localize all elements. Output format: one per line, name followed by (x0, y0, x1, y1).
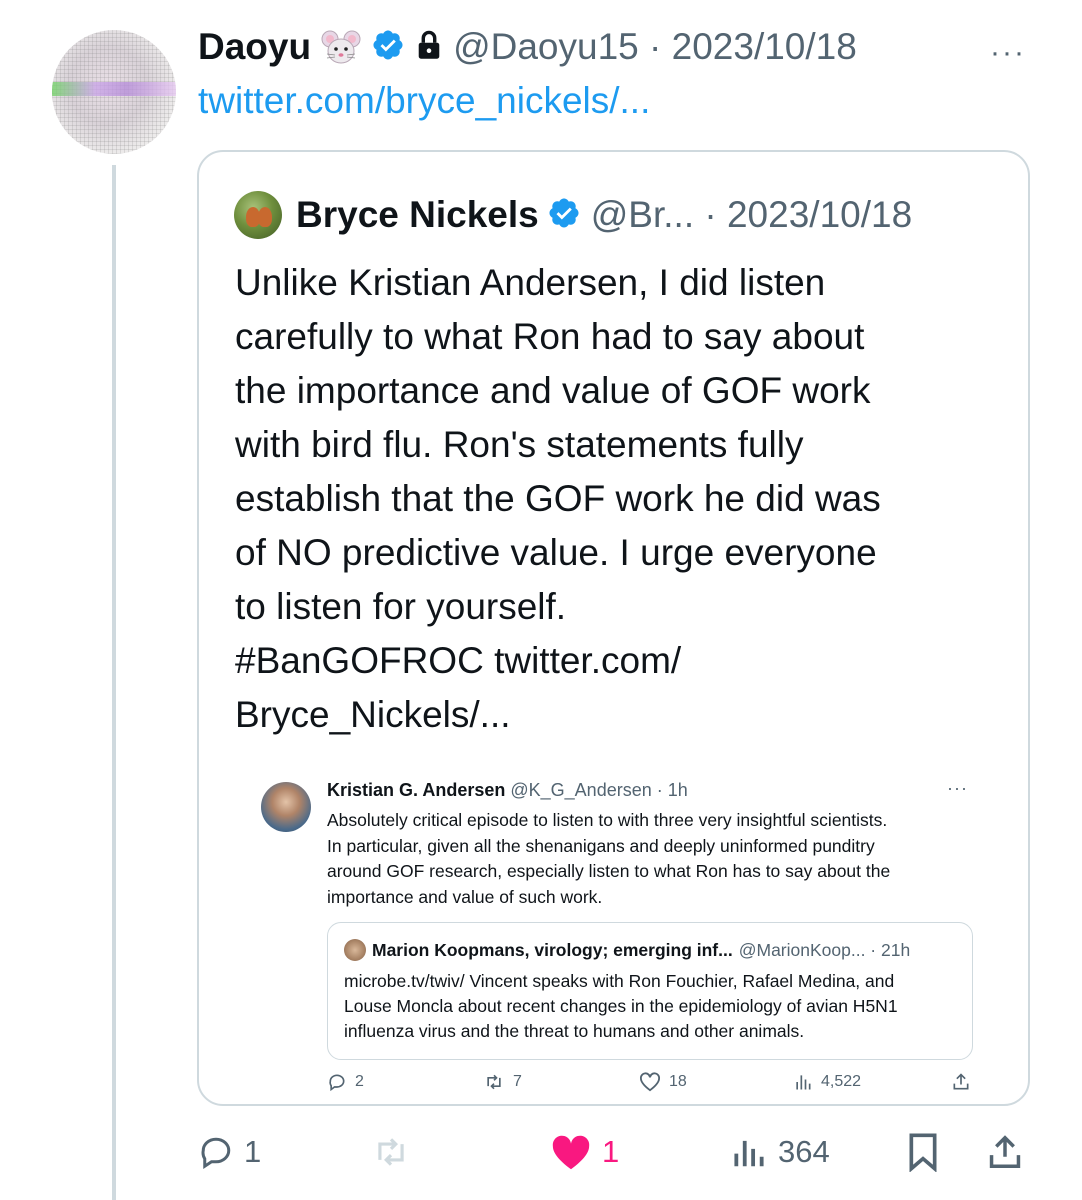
retweet-button[interactable] (370, 1124, 412, 1180)
heart-filled-icon (552, 1135, 590, 1170)
text-line: with bird flu. Ron's statements fully (235, 424, 804, 465)
verified-badge-icon (547, 196, 581, 235)
embedded-retweet-count: 7 (483, 1072, 522, 1092)
reply-button[interactable]: 1 (198, 1124, 261, 1180)
text-line: around GOF research, especially listen t… (327, 861, 891, 881)
inner-author-handle-time: @MarionKoop... · 21h (738, 939, 911, 960)
tweet-link[interactable]: twitter.com/bryce_nickels/... (198, 80, 650, 122)
retweet-icon (487, 1074, 501, 1090)
inner-tweet-text: microbe.tv/twiv/ Vincent speaks with Ron… (344, 969, 964, 1044)
fox-shape (258, 207, 272, 227)
views-icon (734, 1140, 764, 1167)
embedded-view-count: 4,522 (793, 1072, 861, 1092)
embedded-tweet-text: Absolutely critical episode to listen to… (327, 808, 977, 910)
views-icon (796, 1075, 811, 1090)
quoted-author-avatar[interactable] (234, 191, 282, 239)
inner-author-name: Marion Koopmans, virology; emerging inf.… (372, 939, 733, 960)
mouse-emoji-icon (321, 27, 361, 67)
reply-icon (201, 1137, 231, 1170)
embedded-author-handle-time: @K_G_Andersen · 1h (505, 780, 688, 800)
text-line: to listen for yourself. (235, 586, 567, 627)
text-line: Absolutely critical episode to listen to… (327, 810, 888, 830)
text-line: In particular, given all the shenanigans… (327, 835, 875, 856)
reply-icon (329, 1074, 345, 1092)
retweet-icon (378, 1138, 404, 1166)
text-line: of NO predictive value. I urge everyone (235, 532, 877, 573)
embedded-author-avatar (261, 782, 311, 832)
quoted-author-name[interactable]: Bryce Nickels (296, 194, 539, 236)
bookmark-icon (909, 1133, 937, 1172)
text-line: #BanGOFROC twitter.com/ (235, 640, 682, 681)
inner-tweet-header: Marion Koopmans, virology; emerging inf.… (344, 939, 910, 961)
text-line: carefully to what Ron had to say about (235, 316, 865, 357)
embedded-reply-count: 2 (327, 1072, 364, 1092)
embedded-share (951, 1072, 971, 1092)
quoted-tweet-card[interactable]: Bryce Nickels @Br... · 2023/10/18 Unlike… (197, 150, 1030, 1106)
embedded-action-bar: 2 7 18 4,522 (327, 1072, 977, 1096)
text-line: importance and value of such work. (327, 886, 603, 907)
heart-icon (640, 1072, 660, 1092)
inner-author-avatar (344, 939, 366, 961)
text-line: Louse Moncla about recent changes in the… (344, 996, 898, 1016)
embedded-tweet-screenshot[interactable]: Kristian G. Andersen @K_G_Andersen · 1h … (241, 764, 994, 1100)
embedded-tweet-header: Kristian G. Andersen @K_G_Andersen · 1h (327, 780, 688, 801)
more-options-icon[interactable]: ··· (990, 36, 1026, 70)
tweet-header: Daoyu @Daoyu15 · 2023/10/18 (198, 22, 857, 72)
share-icon (989, 1135, 1021, 1168)
embedded-views: 4,522 (821, 1073, 862, 1090)
embedded-replies: 2 (355, 1073, 364, 1090)
share-button[interactable] (986, 1124, 1024, 1180)
lock-icon (415, 29, 443, 66)
text-line: influenza virus and the threat to humans… (344, 1021, 805, 1041)
verified-badge-icon (371, 28, 405, 67)
embedded-author-name: Kristian G. Andersen (327, 780, 506, 800)
thread-connector-line (112, 165, 116, 1200)
like-count: 1 (602, 1134, 620, 1169)
reply-count: 1 (244, 1134, 262, 1169)
bookmark-button[interactable] (906, 1124, 940, 1180)
views-button[interactable]: 364 (730, 1124, 830, 1180)
view-count: 364 (778, 1134, 830, 1169)
embedded-like-count: 18 (639, 1072, 687, 1092)
like-button[interactable]: 1 (550, 1124, 619, 1180)
text-line: Unlike Kristian Andersen, I did listen (235, 262, 826, 303)
embedded-likes: 18 (669, 1073, 687, 1090)
embedded-retweets: 7 (513, 1073, 522, 1090)
quoted-tweet-header: Bryce Nickels @Br... · 2023/10/18 (234, 190, 912, 240)
quoted-tweet-text: Unlike Kristian Andersen, I did listen c… (235, 256, 995, 742)
more-options-icon: ··· (947, 778, 968, 798)
text-line: the importance and value of GOF work (235, 370, 871, 411)
share-icon (953, 1073, 969, 1090)
author-name[interactable]: Daoyu (198, 26, 311, 68)
text-line: establish that the GOF work he did was (235, 478, 881, 519)
tweet-action-bar: 1 1 364 (198, 1124, 1038, 1180)
avatar-stripe (52, 82, 176, 96)
quoted-author-handle-time[interactable]: @Br... · 2023/10/18 (591, 194, 912, 236)
inner-quoted-tweet-card: Marion Koopmans, virology; emerging inf.… (327, 922, 973, 1060)
author-handle-time[interactable]: @Daoyu15 · 2023/10/18 (453, 26, 857, 68)
text-line: microbe.tv/twiv/ Vincent speaks with Ron… (344, 971, 895, 991)
text-line: Bryce_Nickels/... (235, 694, 511, 735)
author-avatar[interactable] (52, 30, 176, 154)
